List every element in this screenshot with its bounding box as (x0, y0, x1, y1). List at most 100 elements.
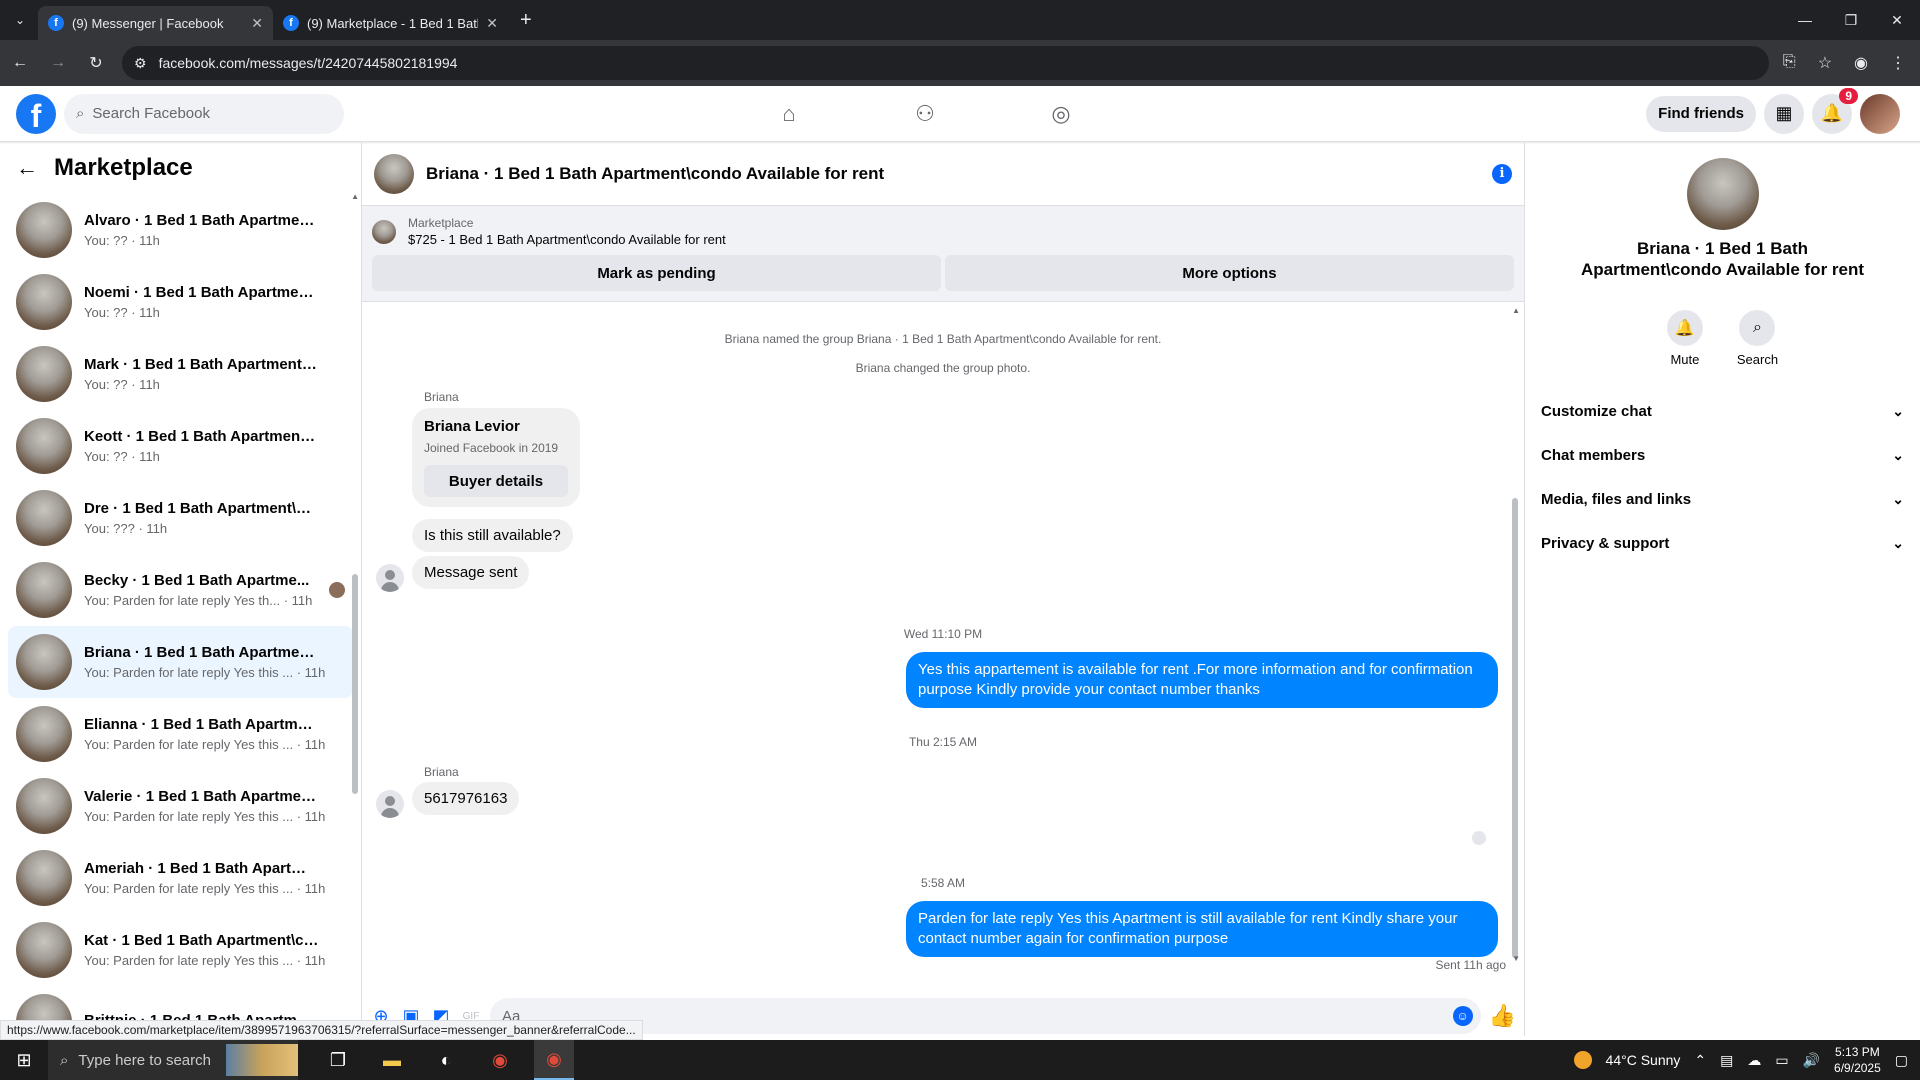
facebook-search-input[interactable]: ⌕ Search Facebook (64, 93, 344, 134)
chat-scrollbar[interactable] (1512, 498, 1518, 958)
new-tab-button[interactable]: + (520, 9, 532, 32)
buyer-details-button[interactable]: Buyer details (424, 465, 568, 497)
conversation-preview: You: Parden for late reply Yes this ... … (84, 953, 326, 968)
reload-icon[interactable]: ↻ (84, 53, 108, 73)
chat-title[interactable]: Briana · 1 Bed 1 Bath Apartment\condo Av… (426, 164, 1480, 184)
system-message: Briana changed the group photo. (855, 361, 1031, 375)
cloud-icon[interactable]: ☁ (1747, 1052, 1761, 1069)
find-friends-button[interactable]: Find friends (1646, 95, 1756, 132)
sender-avatar[interactable] (376, 564, 404, 592)
address-bar: ← → ↻ ⚙ facebook.com/messages/t/24207445… (0, 40, 1920, 86)
task-view-icon[interactable]: ❐ (318, 1040, 358, 1080)
account-avatar[interactable] (1860, 93, 1900, 134)
more-options-button[interactable]: More options (945, 255, 1514, 291)
info-icon[interactable]: i (1492, 163, 1512, 184)
mute-button[interactable]: 🔔 Mute (1666, 310, 1703, 367)
system-tray: 44°C Sunny ⌃ ▤ ☁ ▭ 🔊 5:13 PM 6/9/2025 ▢ (1573, 1040, 1920, 1080)
friends-icon[interactable]: ⚇ (901, 101, 949, 127)
outgoing-message[interactable]: Parden for late reply Yes this Apartment… (906, 901, 1498, 957)
weather-text[interactable]: 44°C Sunny (1606, 1052, 1681, 1068)
weather-sun-icon[interactable] (1573, 1051, 1592, 1069)
scroll-up-arrow-icon[interactable]: ▲ (1512, 306, 1520, 315)
emoji-icon[interactable]: ☺ (1452, 1006, 1473, 1026)
sidebar-scrollbar[interactable] (352, 574, 358, 794)
close-tab-icon[interactable]: ✕ (486, 15, 498, 32)
privacy-support-section[interactable]: Privacy & support ⌄ (1541, 521, 1904, 565)
group-avatar[interactable] (1686, 158, 1759, 230)
mark-as-pending-button[interactable]: Mark as pending (372, 255, 941, 291)
group-title: Briana · 1 Bed 1 Bath Apartment\condo Av… (1580, 239, 1865, 279)
search-icon: ⌕ (1739, 310, 1776, 346)
bookmark-star-icon[interactable]: ☆ (1818, 53, 1832, 73)
app-icon[interactable]: ◐ (426, 1040, 466, 1080)
close-window-icon[interactable]: ✕ (1874, 0, 1920, 40)
install-app-icon[interactable]: ⎘ (1783, 53, 1796, 73)
chat-members-section[interactable]: Chat members ⌄ (1541, 433, 1904, 477)
url-field[interactable]: ⚙ facebook.com/messages/t/24207445802181… (122, 46, 1769, 80)
conversation-item[interactable]: Dre · 1 Bed 1 Bath Apartment\co... You: ?… (8, 482, 353, 554)
customize-chat-section[interactable]: Customize chat ⌄ (1541, 389, 1904, 433)
windows-start-icon[interactable]: ⊞ (0, 1050, 48, 1071)
taskbar-search-placeholder: Type here to search (78, 1051, 211, 1069)
back-icon[interactable]: ← (8, 54, 32, 72)
chrome-profile-icon[interactable]: ◉ (534, 1040, 574, 1080)
home-icon[interactable]: ⌂ (765, 101, 813, 127)
chrome-icon[interactable]: ◉ (480, 1040, 520, 1080)
conversation-sidebar: ← Marketplace ▲ Alvaro · 1 Bed 1 Bath Ap… (0, 142, 362, 1036)
tab-marketplace[interactable]: f (9) Marketplace - 1 Bed 1 Bath ✕ (273, 6, 508, 40)
conversation-item[interactable]: Noemi · 1 Bed 1 Bath Apartment... You: ??… (8, 266, 353, 338)
thumbs-up-icon[interactable]: 👍 (1489, 1003, 1516, 1029)
notification-center-icon[interactable]: ▢ (1895, 1052, 1908, 1069)
tab-messenger[interactable]: f (9) Messenger | Facebook ✕ (38, 6, 273, 40)
conversation-item[interactable]: Alvaro · 1 Bed 1 Bath Apartment\... You: … (8, 194, 353, 266)
incoming-message[interactable]: 5617976163 (412, 782, 520, 815)
profile-icon[interactable]: ◉ (1854, 53, 1868, 73)
facebook-logo-icon[interactable]: f (16, 93, 56, 134)
conversation-preview: You: ?? · 11h (84, 449, 160, 464)
incoming-message[interactable]: Is this still available? (412, 519, 573, 552)
menu-kebab-icon[interactable]: ⋮ (1890, 53, 1906, 73)
conversation-item[interactable]: Ameriah · 1 Bed 1 Bath Apartme... You: Pa… (8, 842, 353, 914)
marketplace-listing-link[interactable]: Marketplace $725 - 1 Bed 1 Bath Apartmen… (372, 216, 1514, 247)
outgoing-message[interactable]: Yes this appartement is available for re… (906, 652, 1498, 708)
tab-search-button[interactable]: ⌄ (8, 8, 32, 32)
menu-grid-icon[interactable]: ▦ (1764, 93, 1804, 134)
conversation-name: Valerie · 1 Bed 1 Bath Apartment... (84, 788, 319, 805)
conversation-preview: You: Parden for late reply Yes this ... … (84, 809, 326, 824)
incoming-message[interactable]: Message sent (412, 556, 530, 589)
conversation-preview: You: ?? · 11h (84, 377, 160, 392)
chat-avatar[interactable] (374, 153, 414, 194)
minimize-icon[interactable]: — (1782, 0, 1828, 40)
conversation-item[interactable]: Keott · 1 Bed 1 Bath Apartment\... You: ?… (8, 410, 353, 482)
back-arrow-icon[interactable]: ← (16, 155, 38, 181)
tray-chevron-up-icon[interactable]: ⌃ (1694, 1052, 1706, 1069)
conversation-avatar (16, 706, 72, 762)
conversation-item-active[interactable]: Briana · 1 Bed 1 Bath Apartment\... You: … (8, 626, 353, 698)
conversation-item[interactable]: Valerie · 1 Bed 1 Bath Apartment... You: … (8, 770, 353, 842)
conversation-item[interactable]: Elianna · 1 Bed 1 Bath Apartment... You: … (8, 698, 353, 770)
tab-title: (9) Marketplace - 1 Bed 1 Bath (307, 15, 479, 31)
conversation-item[interactable]: Mark · 1 Bed 1 Bath Apartment\c... You: ?… (8, 338, 353, 410)
volume-icon[interactable]: 🔊 (1803, 1052, 1820, 1069)
search-in-chat-button[interactable]: ⌕ Search (1737, 310, 1778, 367)
seen-avatar (329, 582, 345, 598)
conversation-item[interactable]: Becky · 1 Bed 1 Bath Apartme... You: Pard… (8, 554, 353, 626)
conversation-name: Becky · 1 Bed 1 Bath Apartme... (84, 572, 310, 589)
forward-icon[interactable]: → (46, 54, 70, 72)
timestamp: 5:58 AM (920, 876, 966, 890)
conversation-item[interactable]: Kat · 1 Bed 1 Bath Apartment\co... You: P… (8, 914, 353, 986)
site-info-icon[interactable]: ⚙ (134, 55, 147, 72)
scroll-down-arrow-icon[interactable]: ▼ (1512, 954, 1520, 963)
groups-icon[interactable]: ◎ (1037, 101, 1085, 127)
notifications-bell-icon[interactable]: 🔔 9 (1812, 87, 1858, 134)
tray-app-icon[interactable]: ▤ (1720, 1052, 1733, 1069)
taskbar-search[interactable]: ⌕ Type here to search (48, 1040, 298, 1080)
clock[interactable]: 5:13 PM 6/9/2025 (1834, 1044, 1881, 1076)
chevron-down-icon: ⌄ (1892, 490, 1904, 507)
restore-icon[interactable]: ❐ (1828, 0, 1874, 40)
sender-avatar[interactable] (376, 790, 404, 818)
media-files-section[interactable]: Media, files and links ⌄ (1541, 477, 1904, 521)
file-explorer-icon[interactable]: ▬ (372, 1040, 412, 1080)
close-tab-icon[interactable]: ✕ (251, 15, 263, 32)
network-icon[interactable]: ▭ (1775, 1052, 1788, 1069)
